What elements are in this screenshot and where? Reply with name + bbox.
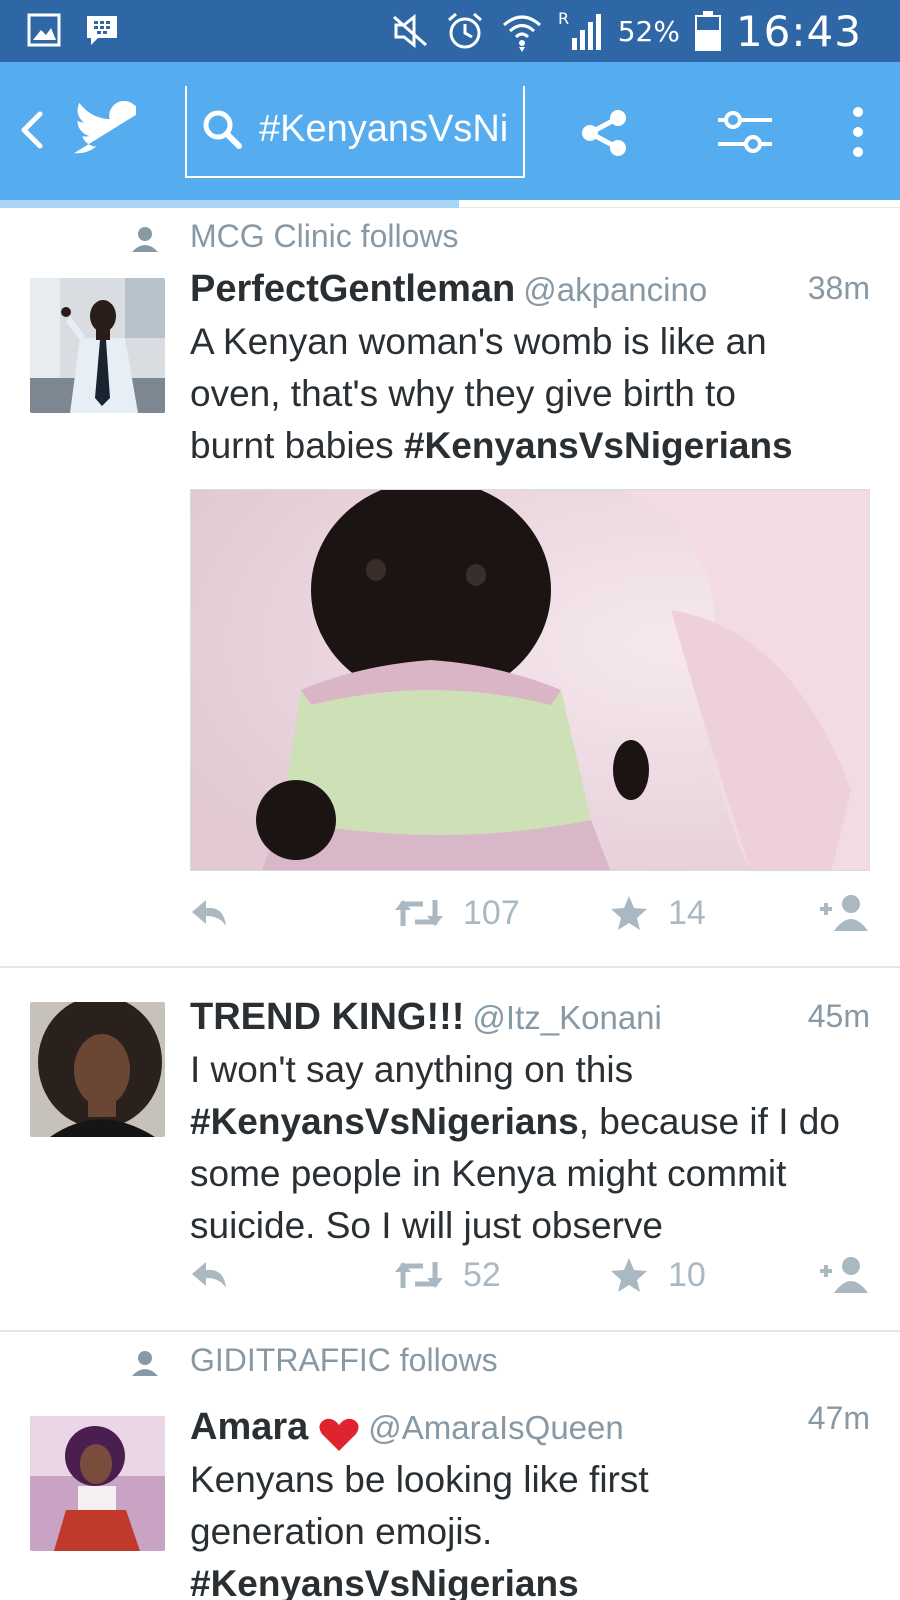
tweet-text-plain: , because if I do (578, 1101, 840, 1142)
tweet-media-photo[interactable] (190, 489, 870, 871)
favorite-count: 10 (668, 1255, 706, 1294)
tweet-header: TREND KING!!! @Itz_Konani (190, 996, 662, 1039)
signal-roaming-icon: R (558, 9, 601, 50)
clock: 16:43 (735, 6, 862, 56)
search-query[interactable]: #KenyansVsNi (259, 108, 521, 151)
tweet-actions: 107 14 (190, 888, 870, 938)
social-context-text[interactable]: MCG Clinic follows (190, 218, 458, 255)
tweet-text-line: I won't say anything on this (190, 1049, 634, 1090)
blackberry-messenger-icon (87, 16, 117, 45)
tweet-text-line: some people in Kenya might commit (190, 1153, 787, 1194)
retweet-count: 107 (463, 893, 520, 932)
reply-icon (192, 900, 226, 926)
tweet-text-line: Kenyans be looking like first (190, 1459, 649, 1500)
app-bar: #KenyansVsNi (0, 62, 900, 200)
author-name[interactable]: TREND KING!!! (190, 996, 464, 1038)
social-context: GIDITRAFFIC follows (0, 1332, 900, 1388)
person-icon (132, 227, 158, 252)
reply-button[interactable] (190, 1250, 230, 1300)
tweet-time: 38m (807, 270, 870, 306)
author-name[interactable]: PerfectGentleman (190, 268, 515, 310)
battery-percent: 52% (617, 14, 680, 48)
heart-emoji-icon (319, 1418, 359, 1451)
author-handle[interactable]: @akpancino (523, 271, 707, 308)
add-user-icon (820, 895, 868, 931)
author-name[interactable]: Amara (190, 1406, 308, 1448)
retweet-button[interactable]: 107 (395, 888, 520, 938)
overflow-menu-icon[interactable] (848, 104, 868, 160)
tweet-time: 47m (807, 1400, 870, 1436)
battery-icon (694, 11, 721, 51)
search-field[interactable]: #KenyansVsNi (185, 86, 525, 178)
tweet[interactable]: GIDITRAFFIC follows Amara @AmaraIsQueen 4… (0, 1332, 900, 1600)
avatar[interactable] (30, 1416, 165, 1551)
retweet-icon (395, 900, 443, 926)
status-bar: R 52% 16:43 (0, 0, 900, 62)
retweet-icon (395, 1262, 443, 1288)
author-handle[interactable]: @AmaraIsQueen (368, 1409, 623, 1446)
tweet-text-line: A Kenyan woman's womb is like an (190, 321, 767, 362)
tweet-text-line: burnt babies #KenyansVsNigerians (190, 420, 880, 472)
social-context: MCG Clinic follows (0, 208, 900, 264)
hashtag-link[interactable]: #KenyansVsNigerians (190, 1563, 579, 1600)
reply-icon (192, 1262, 226, 1288)
tweet-text: I won't say anything on this #KenyansVsN… (190, 1044, 880, 1252)
hashtag-link[interactable]: #KenyansVsNigerians (404, 425, 793, 466)
avatar[interactable] (30, 278, 165, 413)
tweet-header: PerfectGentleman @akpancino (190, 268, 707, 311)
share-icon[interactable] (580, 108, 630, 158)
tweet-text-line: generation emojis. (190, 1511, 493, 1552)
hashtag-link[interactable]: #KenyansVsNigerians (190, 1101, 579, 1142)
tweet-text-plain: burnt babies (190, 425, 404, 466)
alarm-icon (447, 12, 482, 49)
tweet-text-line: oven, that's why they give birth to (190, 373, 736, 414)
tweet-text-line: #KenyansVsNigerians, because if I do (190, 1096, 880, 1148)
search-icon (203, 110, 242, 149)
star-icon (611, 1258, 647, 1292)
follow-button[interactable] (818, 888, 870, 938)
loading-progress-fill (0, 200, 459, 208)
tweet-actions: 52 10 (190, 1250, 870, 1300)
filter-icon[interactable] (716, 106, 774, 158)
person-icon (132, 1351, 158, 1376)
back-icon[interactable] (14, 108, 50, 152)
retweet-button[interactable]: 52 (395, 1250, 501, 1300)
loading-progress-bar (0, 200, 900, 208)
tweet[interactable]: MCG Clinic follows PerfectGentleman @akpa… (0, 208, 900, 968)
retweet-count: 52 (463, 1255, 501, 1294)
avatar[interactable] (30, 1002, 165, 1137)
tweet-feed: MCG Clinic follows PerfectGentleman @akpa… (0, 208, 900, 1600)
tweet-text-line: #KenyansVsNigerians (190, 1558, 880, 1600)
mute-icon (392, 13, 427, 49)
tweet-text-line: suicide. So I will just observe (190, 1205, 663, 1246)
wifi-icon (502, 15, 541, 52)
author-handle[interactable]: @Itz_Konani (472, 999, 661, 1036)
follow-button[interactable] (818, 1250, 870, 1300)
twitter-bird-icon[interactable] (74, 100, 136, 156)
favorite-button[interactable]: 14 (610, 888, 706, 938)
favorite-count: 14 (668, 893, 706, 932)
favorite-button[interactable]: 10 (610, 1250, 706, 1300)
gallery-icon (27, 13, 61, 47)
tweet-time: 45m (807, 998, 870, 1034)
star-icon (611, 896, 647, 930)
add-user-icon (820, 1257, 868, 1293)
reply-button[interactable] (190, 888, 230, 938)
tweet-header: Amara @AmaraIsQueen (190, 1406, 624, 1453)
social-context-text[interactable]: GIDITRAFFIC follows (190, 1342, 498, 1379)
tweet[interactable]: TREND KING!!! @Itz_Konani 45m I won't say… (0, 968, 900, 1332)
tweet-text: A Kenyan woman's womb is like an oven, t… (190, 316, 880, 472)
svg-text:R: R (558, 9, 569, 28)
tweet-text: Kenyans be looking like first generation… (190, 1454, 880, 1600)
